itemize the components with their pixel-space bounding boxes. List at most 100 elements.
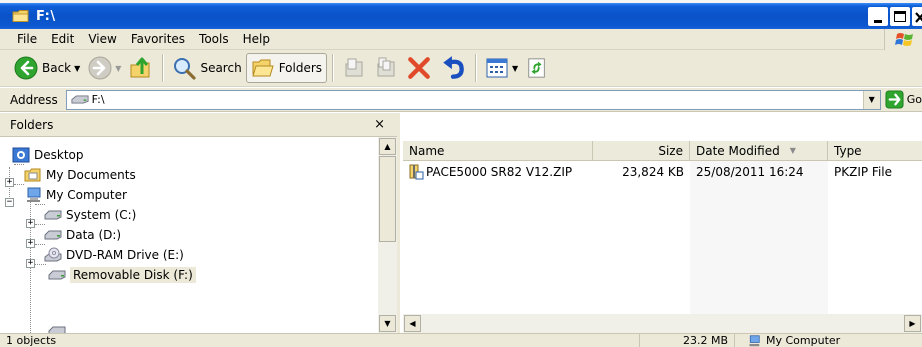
address-dropdown-button[interactable]: ▼ (862, 90, 880, 109)
menu-file[interactable]: File (10, 32, 44, 46)
folders-icon (252, 59, 274, 77)
tree-item-desktop[interactable]: Desktop (12, 145, 84, 165)
column-header-type[interactable]: Type (828, 141, 922, 160)
expand-toggle[interactable]: + (26, 239, 35, 248)
scroll-thumb[interactable] (379, 156, 396, 242)
undo-icon (443, 56, 464, 79)
computer-icon (27, 187, 41, 202)
scroll-up-button[interactable]: ▲ (379, 138, 396, 155)
views-icon (486, 58, 508, 78)
tree-item-data-d[interactable]: Data (D:) (44, 225, 121, 245)
scroll-left-button[interactable]: ◀ (404, 315, 421, 332)
folders-label: Folders (278, 61, 323, 75)
close-folders-pane-button[interactable]: × (374, 117, 385, 132)
move-to-button[interactable] (338, 53, 370, 83)
menu-bar: File Edit View Favorites Tools Help (0, 29, 922, 50)
tree-item-dvd-ram-e[interactable]: DVD-RAM Drive (E:) (44, 245, 184, 265)
address-input[interactable]: F:\ ▼ (65, 89, 881, 110)
up-folder-button[interactable] (125, 53, 157, 83)
chevron-down-icon: ▼ (868, 95, 875, 104)
column-headers: Name Size Date Modified ▼ Type (403, 141, 922, 161)
tree-item-my-computer[interactable]: My Computer (24, 185, 127, 205)
search-label: Search (200, 61, 242, 75)
drive-icon (44, 210, 62, 220)
expand-toggle[interactable]: + (26, 219, 35, 228)
column-header-name[interactable]: Name (403, 141, 593, 160)
column-header-date-modified[interactable]: Date Modified ▼ (690, 141, 828, 160)
chevron-down-icon: ▼ (384, 319, 391, 328)
menu-edit[interactable]: Edit (44, 32, 81, 46)
delete-button[interactable] (402, 53, 436, 83)
copy-to-button[interactable] (370, 53, 402, 83)
maximize-button[interactable] (890, 7, 910, 26)
menu-tools[interactable]: Tools (192, 32, 236, 46)
column-header-label: Name (409, 143, 445, 158)
menu-view[interactable]: View (81, 32, 123, 46)
tree-item-removable-f[interactable]: Removable Disk (F:) (48, 265, 196, 285)
toolbar-separator (162, 54, 164, 82)
drive-icon (44, 230, 62, 240)
file-date-modified: 25/08/2011 16:24 (696, 165, 804, 179)
folder-icon (24, 168, 41, 182)
sort-chevron-icon: ▼ (789, 146, 796, 155)
column-header-label: Date Modified (696, 143, 780, 158)
folder-tree: Desktop + My Documents − My Computer + S… (0, 137, 378, 333)
column-header-label: Type (834, 143, 862, 158)
scroll-right-button[interactable]: ▶ (904, 315, 921, 332)
window-title: F:\ (36, 8, 56, 24)
column-header-size[interactable]: Size (593, 141, 690, 160)
title-bar[interactable]: F:\ (0, 3, 922, 29)
expand-toggle[interactable]: + (26, 259, 35, 268)
up-folder-icon (130, 57, 150, 78)
close-icon (915, 12, 922, 23)
scroll-down-button[interactable]: ▼ (379, 315, 396, 332)
views-button[interactable]: ▼ (481, 53, 522, 83)
status-zone-panel: My Computer (735, 334, 922, 347)
tree-item-my-documents[interactable]: My Documents (24, 165, 136, 185)
file-list-pane: Name Size Date Modified ▼ Type PACE5000 … (403, 113, 922, 333)
folders-button[interactable]: Folders (245, 53, 328, 83)
folders-vertical-scrollbar[interactable]: ▲ ▼ (378, 137, 397, 333)
address-label: Address (10, 92, 58, 107)
toolbar-separator (475, 54, 477, 82)
status-zone: My Computer (766, 334, 841, 347)
status-size-panel: 23.2 MB (640, 333, 735, 347)
close-button[interactable] (912, 7, 922, 26)
back-label: Back (42, 61, 72, 75)
status-bar: 1 objects 23.2 MB My Computer (0, 333, 922, 347)
chevron-down-icon[interactable]: ▼ (512, 64, 518, 73)
refresh-button[interactable] (522, 53, 552, 83)
go-button[interactable]: Go (885, 90, 922, 109)
folders-pane-title: Folders (10, 117, 54, 132)
tree-item-label: Removable Disk (F:) (70, 267, 196, 283)
back-button[interactable]: Back ▼ (10, 53, 84, 83)
removable-disk-icon (48, 270, 66, 280)
go-label: Go (906, 93, 922, 106)
forward-button[interactable]: ▼ (84, 53, 125, 83)
file-name: PACE5000 SR82 V12.ZIP (426, 165, 573, 179)
address-bar: Address F:\ ▼ Go (0, 88, 922, 112)
collapse-toggle[interactable]: − (5, 198, 14, 207)
menu-help[interactable]: Help (236, 32, 277, 46)
delete-x-icon (408, 57, 430, 79)
chevron-right-icon: ▶ (909, 319, 916, 328)
column-header-label: Size (658, 143, 683, 158)
sorted-column-highlight (690, 161, 828, 314)
undo-button[interactable] (436, 53, 470, 83)
tree-item-label: System (C:) (66, 208, 137, 222)
expand-toggle[interactable]: + (5, 178, 14, 187)
tree-item-system-c[interactable]: System (C:) (44, 205, 136, 225)
go-arrow-icon (885, 90, 904, 109)
search-button[interactable]: Search (168, 53, 245, 83)
computer-icon (749, 334, 760, 346)
windows-flag-icon (895, 33, 913, 46)
file-size: 23,824 KB (622, 165, 684, 179)
menu-favorites[interactable]: Favorites (124, 32, 192, 46)
file-list-horizontal-scrollbar[interactable]: ◀ ▶ (403, 314, 922, 333)
chevron-down-icon[interactable]: ▼ (115, 64, 121, 73)
minimize-button[interactable] (868, 7, 888, 26)
copy-to-icon (377, 57, 395, 77)
tree-line (14, 184, 24, 185)
file-row[interactable]: PACE5000 SR82 V12.ZIP 23,824 KB 25/08/20… (403, 163, 922, 181)
chevron-down-icon[interactable]: ▼ (74, 64, 80, 73)
